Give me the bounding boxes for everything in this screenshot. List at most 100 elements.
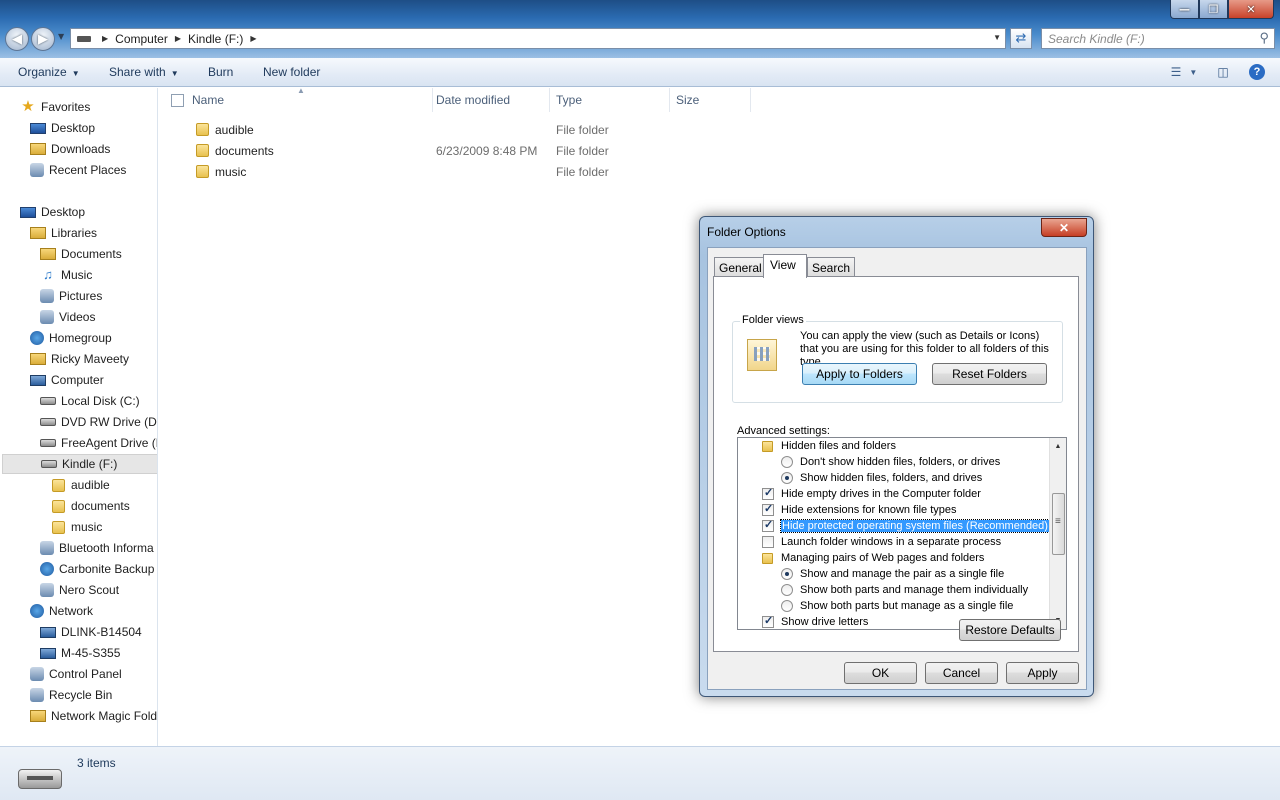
nav-control-panel[interactable]: Control Panel (30, 664, 122, 684)
nav-freeagent-drive[interactable]: FreeAgent Drive (E (40, 433, 157, 453)
nav-documents[interactable]: Documents (40, 244, 122, 264)
new-folder-button[interactable]: New folder (263, 65, 320, 79)
forward-button[interactable]: ▶ (31, 27, 55, 51)
restore-defaults-button[interactable]: Restore Defaults (959, 619, 1061, 641)
checkbox[interactable] (762, 518, 774, 532)
videos-icon (40, 310, 54, 324)
checkbox[interactable] (762, 486, 774, 500)
nav-libraries[interactable]: Libraries (30, 223, 97, 243)
nav-local-disk[interactable]: Local Disk (C:) (40, 391, 140, 411)
apply-to-folders-button[interactable]: Apply to Folders (802, 363, 917, 385)
change-view-button[interactable]: ☰ ▼ (1168, 62, 1200, 82)
search-input[interactable]: Search Kindle (F:) ⚲ (1041, 28, 1275, 49)
radio-dont-show-hidden[interactable]: Don't show hidden files, folders, or dri… (781, 454, 1000, 470)
reset-folders-button[interactable]: Reset Folders (932, 363, 1047, 385)
checkbox[interactable] (762, 614, 774, 628)
nav-kindle-documents[interactable]: documents (50, 496, 130, 516)
nav-music[interactable]: ♫ Music (40, 265, 92, 285)
navigation-pane[interactable]: ★ Favorites Desktop Downloads Recent Plac… (0, 88, 158, 746)
radio-pair-single-file[interactable]: Show and manage the pair as a single fil… (781, 566, 1004, 582)
nav-kindle[interactable]: Kindle (F:) (2, 454, 157, 474)
hard-drive-icon (40, 397, 56, 405)
breadcrumb-kindle[interactable]: Kindle (F:) (188, 32, 243, 46)
cancel-button[interactable]: Cancel (925, 662, 998, 684)
nav-nero-scout[interactable]: Nero Scout (40, 580, 119, 600)
preview-pane-button[interactable]: ◫ (1212, 62, 1234, 82)
desktop-icon (30, 122, 46, 134)
ok-button[interactable]: OK (844, 662, 917, 684)
column-header-size[interactable]: Size (670, 88, 751, 112)
nav-computer[interactable]: Computer (30, 370, 104, 390)
radio-show-hidden[interactable]: Show hidden files, folders, and drives (781, 470, 982, 486)
search-icon[interactable]: ⚲ (1259, 30, 1269, 46)
help-button[interactable]: ? (1246, 62, 1268, 82)
radio-pair-both-single[interactable]: Show both parts but manage as a single f… (781, 598, 1013, 614)
maximize-button[interactable]: ❒ (1199, 0, 1228, 19)
recent-pages-dropdown[interactable]: ▼ (58, 32, 64, 41)
check-hide-empty-drives[interactable]: Hide empty drives in the Computer folder (762, 486, 981, 502)
nav-pictures[interactable]: Pictures (40, 286, 102, 306)
address-dropdown-icon[interactable]: ▼ (993, 33, 1001, 42)
nav-kindle-music[interactable]: music (50, 517, 102, 537)
column-header-type[interactable]: Type (550, 88, 670, 112)
scrollbar-thumb[interactable] (1052, 493, 1065, 555)
chevron-right-icon[interactable]: ▶ (102, 34, 108, 43)
nav-videos[interactable]: Videos (40, 307, 95, 327)
organize-button[interactable]: Organize ▼ (18, 65, 80, 79)
nav-m45[interactable]: M-45-S355 (40, 643, 120, 663)
check-show-drive-letters[interactable]: Show drive letters (762, 614, 868, 629)
radio-button[interactable] (781, 472, 793, 484)
minimize-button[interactable]: — (1170, 0, 1199, 19)
checkbox[interactable] (762, 502, 774, 516)
nav-dlink[interactable]: DLINK-B14504 (40, 622, 142, 642)
chevron-right-icon[interactable]: ▶ (175, 34, 181, 43)
radio-pair-individually[interactable]: Show both parts and manage them individu… (781, 582, 1028, 598)
breadcrumb-computer[interactable]: Computer (115, 32, 168, 46)
apply-button[interactable]: Apply (1006, 662, 1079, 684)
burn-button[interactable]: Burn (208, 65, 233, 79)
radio-button[interactable] (781, 600, 793, 612)
nav-carbonite[interactable]: Carbonite Backup (40, 559, 154, 579)
tab-view[interactable]: View (763, 254, 807, 278)
nav-downloads[interactable]: Downloads (30, 139, 110, 159)
dialog-close-button[interactable]: ✕ (1041, 218, 1087, 237)
refresh-button[interactable]: ⇄ (1010, 28, 1032, 49)
nav-homegroup[interactable]: Homegroup (30, 328, 112, 348)
nav-favorites[interactable]: ★ Favorites (20, 97, 90, 117)
file-row[interactable]: documents 6/23/2009 8:48 PM File folder (194, 140, 694, 161)
chevron-right-icon[interactable]: ▶ (250, 34, 256, 43)
check-hide-protected-os-files[interactable]: Hide protected operating system files (R… (762, 518, 1050, 534)
select-all-checkbox[interactable] (171, 94, 184, 107)
tab-general[interactable]: General (714, 257, 767, 277)
nav-kindle-audible[interactable]: audible (50, 475, 110, 495)
advanced-list-scrollbar[interactable]: ▲ ▼ (1049, 438, 1066, 629)
radio-button[interactable] (781, 584, 793, 596)
tab-search[interactable]: Search (807, 257, 856, 277)
nav-dvd-drive[interactable]: DVD RW Drive (D:) (40, 412, 158, 432)
check-launch-separate-process[interactable]: Launch folder windows in a separate proc… (762, 534, 1001, 550)
nav-recycle-bin[interactable]: Recycle Bin (30, 685, 112, 705)
nav-recent-places[interactable]: Recent Places (30, 160, 126, 180)
nav-network-magic[interactable]: Network Magic Fold (30, 706, 157, 726)
close-button[interactable]: ✕ (1228, 0, 1274, 19)
checkbox[interactable] (762, 536, 774, 548)
radio-button[interactable] (781, 568, 793, 580)
user-folder-icon (30, 353, 46, 365)
radio-button[interactable] (781, 456, 793, 468)
nav-bluetooth[interactable]: Bluetooth Informa (40, 538, 154, 558)
nav-network[interactable]: Network (30, 601, 93, 621)
column-header-date[interactable]: Date modified (430, 88, 550, 112)
share-with-button[interactable]: Share with ▼ (109, 65, 179, 79)
back-button[interactable]: ◀ (5, 27, 29, 51)
advanced-settings-list[interactable]: Hidden files and folders Don't show hidd… (737, 437, 1067, 630)
nav-desktop-favorite[interactable]: Desktop (30, 118, 95, 138)
nav-label: DVD RW Drive (D:) (61, 415, 158, 429)
check-hide-extensions[interactable]: Hide extensions for known file types (762, 502, 956, 518)
nav-user[interactable]: Ricky Maveety (30, 349, 129, 369)
nav-desktop[interactable]: Desktop (20, 202, 85, 222)
scroll-up-icon[interactable]: ▲ (1050, 438, 1066, 455)
file-row[interactable]: music File folder (194, 161, 694, 182)
column-header-name[interactable]: Name (186, 88, 433, 112)
address-bar[interactable]: ▶ Computer ▶ Kindle (F:) ▶ ▼ (70, 28, 1006, 49)
file-row[interactable]: audible File folder (194, 119, 694, 140)
